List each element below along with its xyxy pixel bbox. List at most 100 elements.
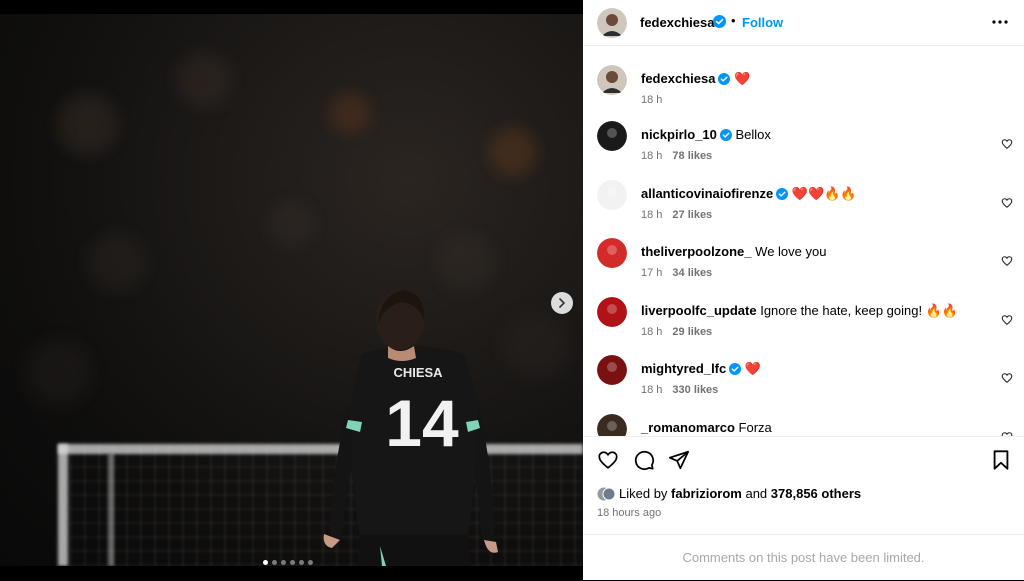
heart-icon (1001, 313, 1013, 330)
commenter-avatar[interactable] (597, 238, 627, 268)
author-username[interactable]: fedexchiesa (640, 15, 714, 30)
comment-likes[interactable]: 27 likes (672, 209, 712, 221)
carousel-dot (290, 560, 295, 565)
save-button[interactable] (991, 449, 1011, 476)
player-image: CHIESA 14 (323, 290, 498, 566)
comment-meta: 18 h 78 likes (641, 150, 712, 162)
carousel-next-button[interactable] (551, 292, 573, 314)
commenter-avatar[interactable] (597, 179, 627, 210)
comment-username[interactable]: _romanomarco (641, 420, 735, 435)
comment-button[interactable] (633, 449, 655, 476)
comment-likes[interactable]: 330 likes (672, 384, 718, 396)
comment-text: We love you (755, 244, 827, 259)
author-avatar[interactable] (597, 8, 627, 38)
liked-by-user[interactable]: fabriziorom (671, 486, 742, 501)
comment-username[interactable]: nickpirlo_10 (641, 127, 717, 142)
comment-text: ❤️❤️🔥🔥 (791, 185, 857, 201)
comment-meta: 18 h 29 likes (641, 326, 712, 338)
caption-line: fedexchiesa ❤️ (641, 71, 750, 88)
comment-icon (634, 450, 655, 471)
liked-by-others[interactable]: 378,856 others (771, 486, 861, 501)
heart-icon (1001, 196, 1013, 213)
goal-post-back (108, 454, 114, 566)
comment-like-button[interactable] (1001, 196, 1013, 214)
comment-text: Forza (738, 419, 772, 435)
send-icon (668, 450, 690, 470)
comment-text: ❤️ (744, 361, 762, 376)
liked-by-text[interactable]: Liked by fabriziorom and 378,856 others (597, 486, 861, 501)
comment-like-button[interactable] (1001, 313, 1013, 331)
comments-list[interactable]: fedexchiesa ❤️ 18 h nickpirlo_10 Bellox 1… (583, 47, 1024, 436)
comment-likes[interactable]: 29 likes (672, 326, 712, 338)
comment-line: _romanomarco Forza (641, 420, 772, 435)
action-bar: Liked by fabriziorom and 378,856 others … (583, 436, 1024, 534)
post-header: fedexchiesa • Follow (583, 0, 1024, 46)
comment-meta: 18 h 330 likes (641, 384, 718, 396)
bookmark-icon (993, 450, 1009, 470)
heart-icon (1001, 137, 1013, 154)
comment-username[interactable]: liverpoolfc_update (641, 303, 757, 318)
comment-line: mightyred_lfc ❤️ (641, 361, 761, 378)
chevron-right-icon (559, 298, 566, 308)
comment-username[interactable]: allanticovinaiofirenze (641, 186, 773, 201)
commenter-avatar[interactable] (597, 355, 627, 385)
liked-by-prefix: Liked by (619, 486, 668, 501)
jersey-name: CHIESA (393, 365, 443, 380)
more-options-icon[interactable] (991, 11, 1009, 38)
post-time-ago: 18 hours ago (597, 507, 662, 519)
comment-line: theliverpoolzone_ We love you (641, 244, 826, 259)
comment-likes[interactable]: 78 likes (672, 150, 712, 162)
comment-item: nickpirlo_10 Bellox 18 h 78 likes (583, 121, 1024, 179)
comment-line: allanticovinaiofirenze ❤️❤️🔥🔥 (641, 186, 857, 203)
comment-line: liverpoolfc_update Ignore the hate, keep… (641, 303, 958, 319)
jersey-number: 14 (385, 386, 459, 460)
carousel-dot (263, 560, 268, 565)
comment-item: mightyred_lfc ❤️ 18 h 330 likes (583, 355, 1024, 413)
comment-meta: 18 h 27 likes (641, 209, 712, 221)
comment-username[interactable]: theliverpoolzone_ (641, 244, 752, 259)
verified-badge-icon (776, 187, 789, 203)
comment-time: 18 h (641, 208, 663, 221)
comment-username[interactable]: mightyred_lfc (641, 361, 726, 376)
comments-limited-notice: Comments on this post have been limited. (583, 534, 1024, 580)
comment-like-button[interactable] (1001, 371, 1013, 389)
carousel-dot (272, 560, 277, 565)
commenter-avatar[interactable] (597, 296, 627, 327)
post-dialog: CHIESA 14 fedexchiesa • Follow fedexchie… (0, 0, 1024, 580)
comment-time: 18 h (641, 325, 663, 338)
carousel-dot (308, 560, 313, 565)
follow-button[interactable]: Follow (742, 15, 783, 30)
comment-item: allanticovinaiofirenze ❤️❤️🔥🔥 18 h 27 like… (583, 179, 1024, 238)
verified-badge-icon (718, 73, 731, 88)
liked-by-avatar (597, 487, 615, 500)
caption-item: fedexchiesa ❤️ 18 h (583, 65, 1024, 123)
caption-username[interactable]: fedexchiesa (641, 71, 715, 86)
comment-time: 18 h (641, 384, 663, 396)
comment-like-button[interactable] (1001, 254, 1013, 272)
verified-badge-icon (713, 15, 726, 33)
author-avatar[interactable] (597, 65, 627, 95)
comment-like-button[interactable] (1001, 137, 1013, 155)
comment-time: 18 h (641, 150, 663, 162)
heart-icon (1001, 254, 1013, 271)
commenter-avatar[interactable] (597, 121, 627, 151)
header-separator: • (731, 13, 736, 28)
comment-text: Ignore the hate, keep going! 🔥🔥 (760, 302, 959, 318)
comment-item: theliverpoolzone_ We love you 17 h 34 like… (583, 238, 1024, 296)
liked-by-and: and (745, 486, 768, 501)
post-media[interactable]: CHIESA 14 (0, 14, 583, 566)
comment-likes[interactable]: 34 likes (672, 267, 712, 279)
heart-icon (598, 451, 618, 469)
comment-line: nickpirlo_10 Bellox (641, 127, 771, 144)
heart-icon (1001, 371, 1013, 388)
like-button[interactable] (597, 449, 619, 476)
comment-meta: 17 h 34 likes (641, 267, 712, 279)
post-side-panel: fedexchiesa • Follow fedexchiesa ❤️ 18 h (583, 0, 1024, 580)
comment-item: _romanomarco Forza (583, 413, 1024, 436)
comment-text: Bellox (735, 127, 771, 142)
caption-text: ❤️ (734, 71, 751, 86)
comment-item: liverpoolfc_update Ignore the hate, keep… (583, 296, 1024, 355)
share-button[interactable] (668, 449, 690, 476)
carousel-dots (263, 560, 313, 565)
commenter-avatar[interactable] (597, 413, 627, 436)
